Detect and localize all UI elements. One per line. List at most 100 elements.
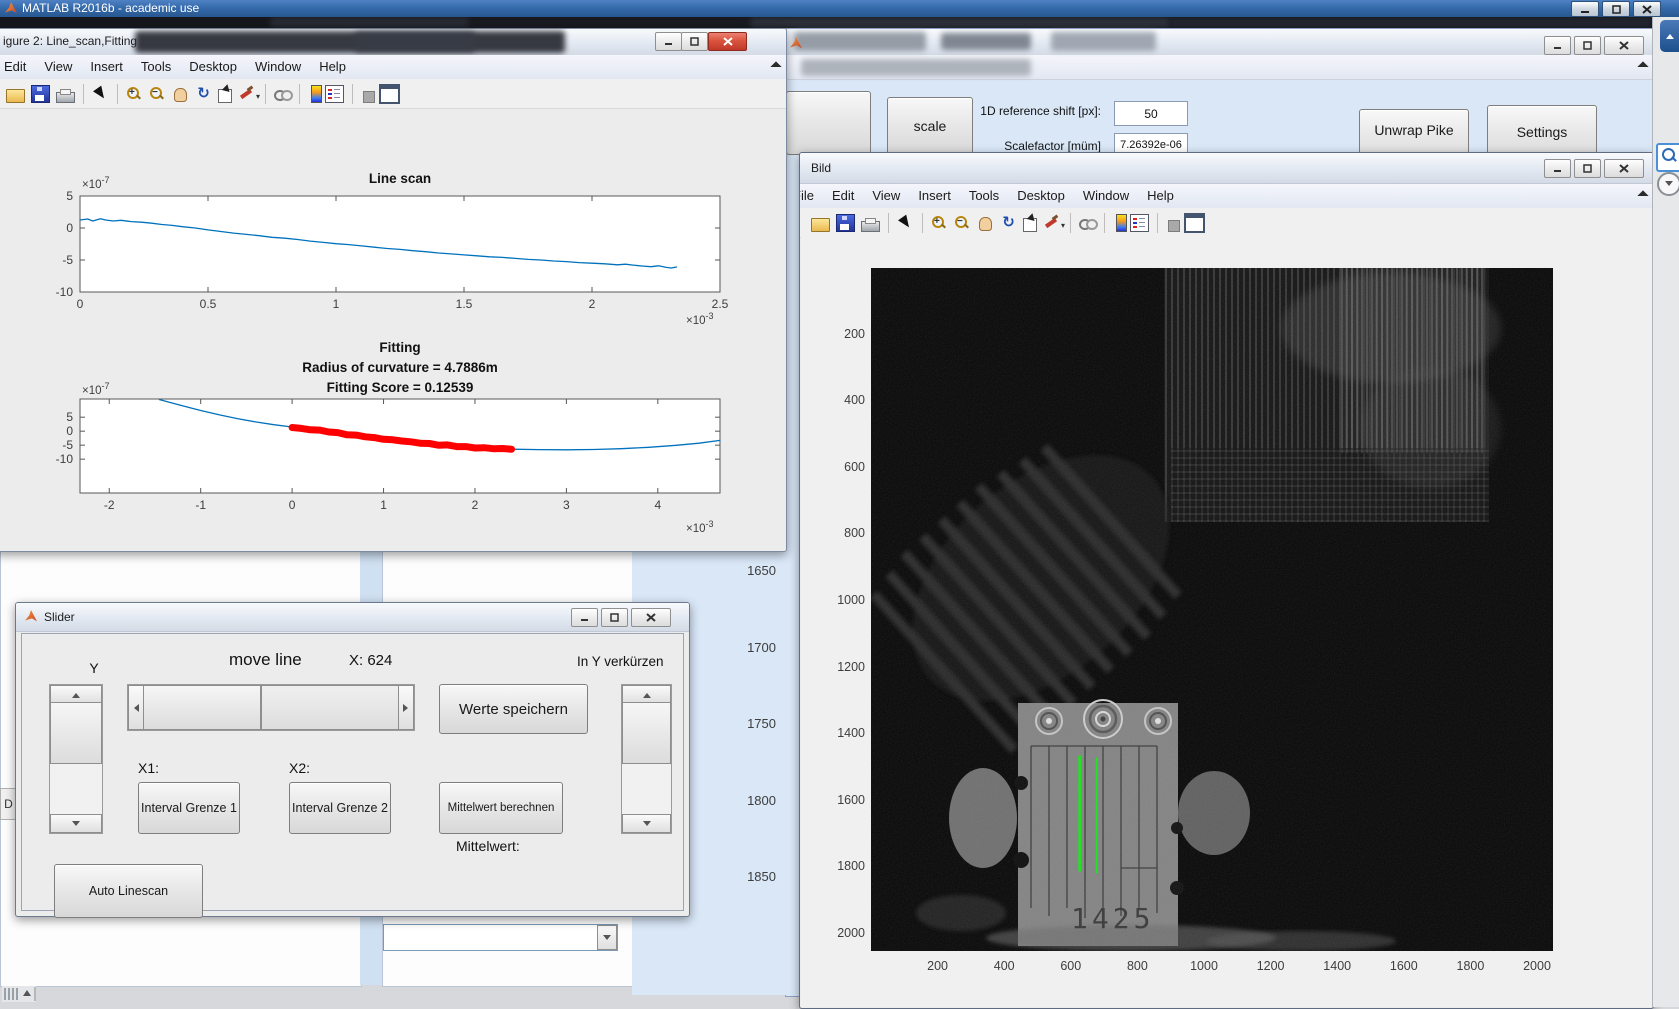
y-slider-thumb[interactable] [50, 702, 102, 764]
cursor-icon[interactable] [897, 215, 914, 231]
colorbar-icon[interactable] [311, 85, 322, 103]
rotate-icon[interactable]: ↻ [195, 86, 212, 102]
pan-icon[interactable] [977, 215, 994, 231]
background-axis-tick: 1850 [747, 869, 776, 884]
menu-item-file[interactable]: File [800, 184, 823, 203]
y-slider-down-icon[interactable] [50, 814, 102, 833]
interval-grenze-2-button[interactable]: Interval Grenze 2 [289, 782, 391, 834]
interval-grenze-1-button[interactable]: Interval Grenze 1 [138, 782, 240, 834]
move-line-slider-thumb[interactable] [143, 685, 261, 730]
save-icon[interactable] [836, 214, 855, 232]
slider-right-arrow-icon[interactable] [398, 685, 414, 730]
menu-item-help[interactable]: Help [1138, 184, 1183, 203]
slider-close-button[interactable] [631, 608, 671, 627]
bild-window: Bild FileEditViewInsertToolsDesktopWindo… [799, 152, 1654, 1009]
menu-item-view[interactable]: View [863, 184, 909, 203]
search-button[interactable] [1656, 143, 1679, 172]
bild-y-tick: 1200 [823, 660, 865, 674]
scroll-down-button[interactable] [1657, 172, 1679, 196]
legend-icon[interactable] [1130, 214, 1149, 232]
redaction-blob [470, 17, 750, 28]
y-slider[interactable] [49, 684, 103, 834]
background-combobox[interactable] [383, 924, 618, 951]
menu-item-tools[interactable]: Tools [960, 184, 1008, 203]
menu-item-desktop[interactable]: Desktop [1008, 184, 1074, 203]
dock-small-icon[interactable] [1168, 220, 1180, 232]
dock-icon[interactable] [379, 84, 400, 104]
bild-title: Bild [811, 161, 831, 175]
figure2-title: igure 2: Line_scan,Fitting [3, 34, 137, 48]
in-y-slider[interactable] [621, 684, 672, 834]
open-icon[interactable] [6, 89, 25, 103]
brush-icon[interactable] [1043, 215, 1060, 231]
gui-maximize-button[interactable] [1574, 36, 1601, 55]
pan-icon[interactable] [172, 86, 189, 102]
menu-item-tools[interactable]: Tools [132, 55, 180, 74]
menu-item-view[interactable]: View [35, 55, 81, 74]
cursor-icon[interactable] [92, 86, 109, 102]
slider-track[interactable] [261, 685, 401, 730]
dock-small-icon[interactable] [363, 91, 375, 103]
print-icon[interactable] [861, 221, 880, 232]
figure2-close-button[interactable] [708, 32, 747, 51]
rotate-icon[interactable]: ↻ [1000, 215, 1017, 231]
in-y-slider-down-icon[interactable] [622, 814, 671, 833]
close-button[interactable] [1633, 1, 1661, 17]
bild-minimize-button[interactable] [1544, 159, 1571, 178]
zoom-in-icon[interactable]: + [931, 215, 948, 231]
menu-item-window[interactable]: Window [246, 55, 310, 74]
statusbar-grip[interactable] [2, 986, 36, 1002]
svg-text:5: 5 [66, 410, 73, 424]
link-plot-icon[interactable] [1079, 215, 1096, 231]
legend-icon[interactable] [325, 85, 344, 103]
bild-close-button[interactable] [1604, 159, 1644, 178]
in-y-slider-thumb[interactable] [622, 702, 671, 764]
slider-minimize-button[interactable] [571, 608, 598, 627]
brush-icon[interactable] [238, 86, 255, 102]
menu-item-insert[interactable]: Insert [909, 184, 960, 203]
background-axis-tick: 1650 [747, 563, 776, 578]
brush-dropdown-icon[interactable]: ▾ [1061, 221, 1065, 230]
gui-close-button[interactable] [1604, 36, 1644, 55]
open-icon[interactable] [811, 218, 830, 232]
gui-minimize-button[interactable] [1544, 36, 1571, 55]
menu-item-edit[interactable]: Edit [823, 184, 863, 203]
zoom-out-icon[interactable]: − [954, 215, 971, 231]
bild-y-tick: 2000 [823, 926, 865, 940]
scalefactor-label: Scalefactor [müm] [981, 139, 1101, 153]
figure2-maximize-button[interactable] [681, 32, 708, 51]
partial-button[interactable] [786, 91, 871, 155]
maximize-button[interactable] [1602, 1, 1630, 17]
ref-shift-input[interactable]: 50 [1114, 101, 1188, 126]
menu-item-desktop[interactable]: Desktop [180, 55, 246, 74]
menu-item-window[interactable]: Window [1074, 184, 1138, 203]
menu-item-help[interactable]: Help [310, 55, 355, 74]
menu-item-insert[interactable]: Insert [81, 55, 132, 74]
save-icon[interactable] [31, 85, 50, 103]
minimize-button[interactable] [1571, 1, 1599, 17]
slider-left-arrow-icon[interactable] [128, 685, 144, 730]
link-plot-icon[interactable] [274, 86, 291, 102]
slider-maximize-button[interactable] [601, 608, 628, 627]
colorbar-icon[interactable] [1116, 214, 1127, 232]
svg-text:1: 1 [380, 498, 387, 512]
data-cursor-icon[interactable] [218, 89, 232, 103]
werte-speichern-button[interactable]: Werte speichern [439, 684, 588, 734]
figure2-minimize-button[interactable] [655, 32, 682, 51]
print-icon[interactable] [56, 92, 75, 103]
zoom-in-icon[interactable]: + [126, 86, 143, 102]
sidebar-collapse-button[interactable] [1660, 20, 1679, 52]
zoom-out-icon[interactable]: − [149, 86, 166, 102]
in-y-verkuerzen-label: In Y verkürzen [577, 654, 664, 669]
move-line-slider[interactable] [127, 684, 415, 731]
combobox-arrow-icon[interactable] [597, 925, 617, 950]
measurement-image[interactable]: 1425 [871, 268, 1553, 951]
data-cursor-icon[interactable] [1023, 218, 1037, 232]
dock-icon[interactable] [1184, 213, 1205, 233]
bild-maximize-button[interactable] [1574, 159, 1601, 178]
brush-dropdown-icon[interactable]: ▾ [256, 92, 260, 101]
bild-y-tick: 600 [823, 460, 865, 474]
auto-linescan-button[interactable]: Auto Linescan [54, 864, 203, 918]
mittelwert-berechnen-button[interactable]: Mittelwert berechnen [439, 782, 563, 834]
menu-item-edit[interactable]: Edit [0, 55, 35, 74]
